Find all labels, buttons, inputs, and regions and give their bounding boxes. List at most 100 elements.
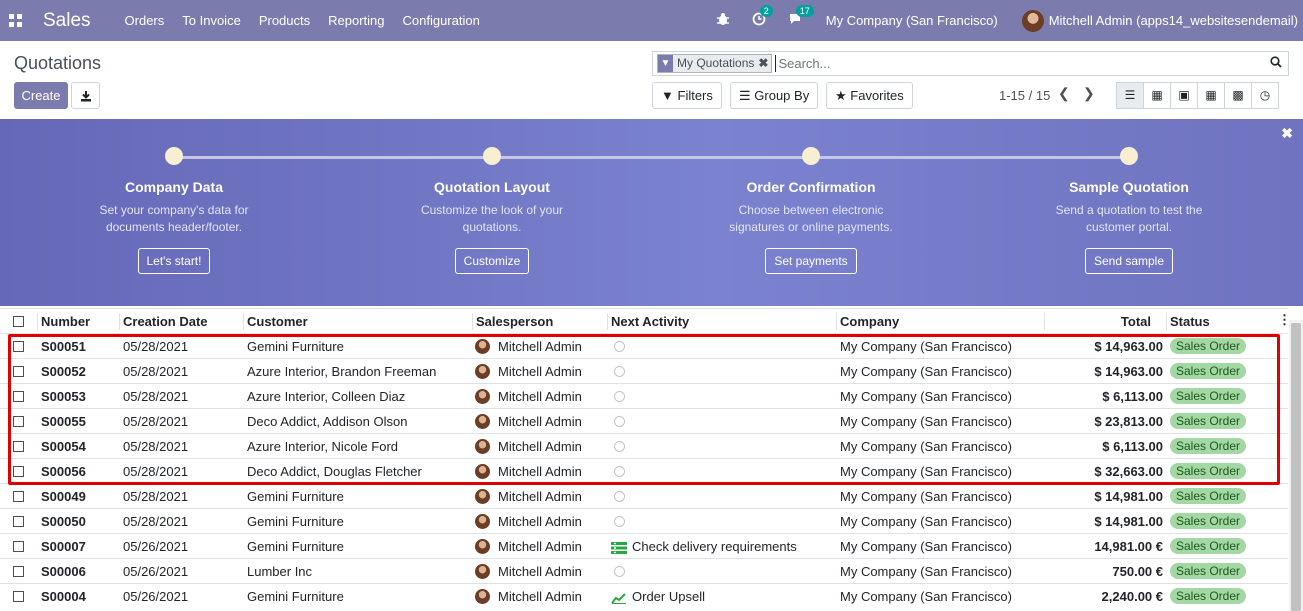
status-badge: Sales Order — [1170, 588, 1247, 604]
salesperson-avatar — [475, 514, 490, 529]
activity-clock-icon[interactable] — [614, 566, 625, 577]
col-status[interactable]: Status — [1170, 309, 1210, 334]
create-button[interactable]: Create — [14, 82, 68, 109]
table-row[interactable]: S00055 05/28/2021 Deco Addict, Addison Ols… — [0, 408, 1288, 433]
set-payments-button[interactable]: Set payments — [765, 248, 857, 274]
filters-button[interactable]: ▼ Filters — [652, 82, 722, 109]
row-checkbox[interactable] — [13, 516, 24, 527]
activity-clock-icon[interactable] — [614, 466, 625, 477]
user-menu[interactable]: Mitchell Admin (apps14_websitesendemail) — [1049, 13, 1298, 28]
menu-orders[interactable]: Orders — [125, 13, 165, 28]
activity-clock-icon[interactable] — [614, 391, 625, 402]
select-all-checkbox[interactable] — [13, 316, 24, 327]
customer: Gemini Furniture — [247, 489, 344, 504]
list-view-icon[interactable]: ☰ — [1116, 82, 1144, 109]
messaging-chat-icon[interactable]: 17 — [788, 5, 814, 29]
graph-view-icon[interactable]: ▩ — [1224, 82, 1252, 109]
step-sample-quotation: Sample Quotation Send a quotation to tes… — [999, 147, 1259, 274]
step-company-data: Company Data Set your company's data for… — [44, 147, 304, 274]
col-salesperson[interactable]: Salesperson — [476, 309, 553, 334]
table-row[interactable]: S00004 05/26/2021 Gemini Furniture Mitchell… — [0, 583, 1288, 608]
scrollbar-thumb[interactable] — [1291, 323, 1301, 611]
activity-clock-icon[interactable] — [614, 441, 625, 452]
lets-start-button[interactable]: Let's start! — [137, 248, 211, 274]
table-row[interactable]: S00006 05/26/2021 Lumber Inc Mitchell Admin… — [0, 558, 1288, 583]
status-badge: Sales Order — [1170, 488, 1247, 504]
step-title: Quotation Layout — [434, 179, 550, 195]
debug-bug-icon[interactable] — [716, 12, 730, 29]
salesperson-avatar — [475, 439, 490, 454]
salesperson: Mitchell Admin — [498, 364, 582, 379]
row-checkbox[interactable] — [13, 366, 24, 377]
activity-clock-icon[interactable] — [614, 416, 625, 427]
row-checkbox[interactable] — [13, 591, 24, 602]
col-total[interactable]: Total — [1048, 309, 1151, 334]
calendar-view-icon[interactable]: ▣ — [1170, 82, 1198, 109]
menu-reporting[interactable]: Reporting — [328, 13, 384, 28]
app-name[interactable]: Sales — [43, 10, 91, 32]
favorites-button[interactable]: ★ Favorites — [826, 82, 913, 109]
row-checkbox[interactable] — [13, 341, 24, 352]
menu-configuration[interactable]: Configuration — [403, 13, 480, 28]
customize-button[interactable]: Customize — [454, 248, 530, 274]
table-row[interactable]: S00056 05/28/2021 Deco Addict, Douglas Fle… — [0, 458, 1288, 483]
col-customer[interactable]: Customer — [247, 309, 308, 334]
activity-clock-icon[interactable] — [614, 516, 625, 527]
salesperson: Mitchell Admin — [498, 539, 582, 554]
row-checkbox[interactable] — [13, 541, 24, 552]
step-title: Company Data — [124, 179, 224, 195]
table-row[interactable]: S00050 05/28/2021 Gemini Furniture Mitchell… — [0, 508, 1288, 533]
activity-clock-icon[interactable] — [614, 491, 625, 502]
table-row[interactable]: S00007 05/26/2021 Gemini Furniture Mitchell… — [0, 533, 1288, 558]
menu-to-invoice[interactable]: To Invoice — [182, 13, 241, 28]
salesperson-avatar — [475, 414, 490, 429]
col-creation-date[interactable]: Creation Date — [123, 309, 208, 334]
user-avatar[interactable] — [1021, 9, 1044, 32]
activity-clock-icon[interactable] — [614, 341, 625, 352]
kanban-view-icon[interactable]: ▦ — [1143, 82, 1171, 109]
activity-clock-icon[interactable] — [614, 366, 625, 377]
activity-view-icon[interactable]: ◷ — [1251, 82, 1279, 109]
next-activity[interactable]: Order Upsell — [611, 584, 705, 609]
step-description: Set your company's data for documents hea… — [99, 203, 249, 234]
col-company[interactable]: Company — [840, 309, 899, 334]
table-row[interactable]: S00051 05/28/2021 Gemini Furniture Mitchell… — [0, 333, 1288, 358]
salesperson: Mitchell Admin — [498, 439, 582, 454]
export-download-button[interactable] — [71, 82, 100, 109]
company-switcher[interactable]: My Company (San Francisco) — [826, 13, 998, 28]
row-checkbox[interactable] — [13, 566, 24, 577]
quotation-number: S00050 — [41, 514, 86, 529]
row-checkbox[interactable] — [13, 441, 24, 452]
apps-menu-icon[interactable] — [9, 13, 23, 28]
pager-previous-icon[interactable]: ❮ — [1058, 85, 1070, 102]
menu-products[interactable]: Products — [259, 13, 310, 28]
table-row[interactable]: S00052 05/28/2021 Azure Interior, Brandon … — [0, 358, 1288, 383]
table-row[interactable]: S00054 05/28/2021 Azure Interior, Nicole F… — [0, 433, 1288, 458]
row-checkbox[interactable] — [13, 466, 24, 477]
table-row[interactable]: S00053 05/28/2021 Azure Interior, Colleen … — [0, 383, 1288, 408]
pager-next-icon[interactable]: ❯ — [1083, 85, 1095, 102]
total: 14,981.00 € — [1094, 539, 1163, 554]
status-badge: Sales Order — [1170, 438, 1247, 454]
search-input[interactable] — [775, 55, 1261, 72]
status-badge: Sales Order — [1170, 463, 1247, 479]
company: My Company (San Francisco) — [840, 439, 1012, 454]
groupby-button[interactable]: ☰ Group By — [730, 82, 819, 109]
row-checkbox[interactable] — [13, 416, 24, 427]
close-icon[interactable]: ✖ — [1281, 125, 1293, 142]
row-checkbox[interactable] — [13, 391, 24, 402]
total: $ 14,963.00 — [1094, 364, 1163, 379]
quotation-number: S00052 — [41, 364, 86, 379]
activity-clock-icon[interactable]: 2 — [752, 5, 773, 29]
row-checkbox[interactable] — [13, 491, 24, 502]
table-row[interactable]: S00049 05/28/2021 Gemini Furniture Mitchell… — [0, 483, 1288, 508]
pivot-view-icon[interactable]: ▦ — [1197, 82, 1225, 109]
facet-remove-icon[interactable]: ✖ — [758, 55, 772, 72]
col-number[interactable]: Number — [41, 309, 90, 334]
pager-value[interactable]: 1-15 / 15 — [999, 88, 1050, 103]
col-next-activity[interactable]: Next Activity — [611, 309, 689, 334]
next-activity[interactable]: Check delivery requirements — [611, 534, 797, 559]
customer: Azure Interior, Brandon Freeman — [247, 364, 437, 379]
search-icon[interactable] — [1270, 56, 1282, 71]
send-sample-button[interactable]: Send sample — [1084, 248, 1174, 274]
